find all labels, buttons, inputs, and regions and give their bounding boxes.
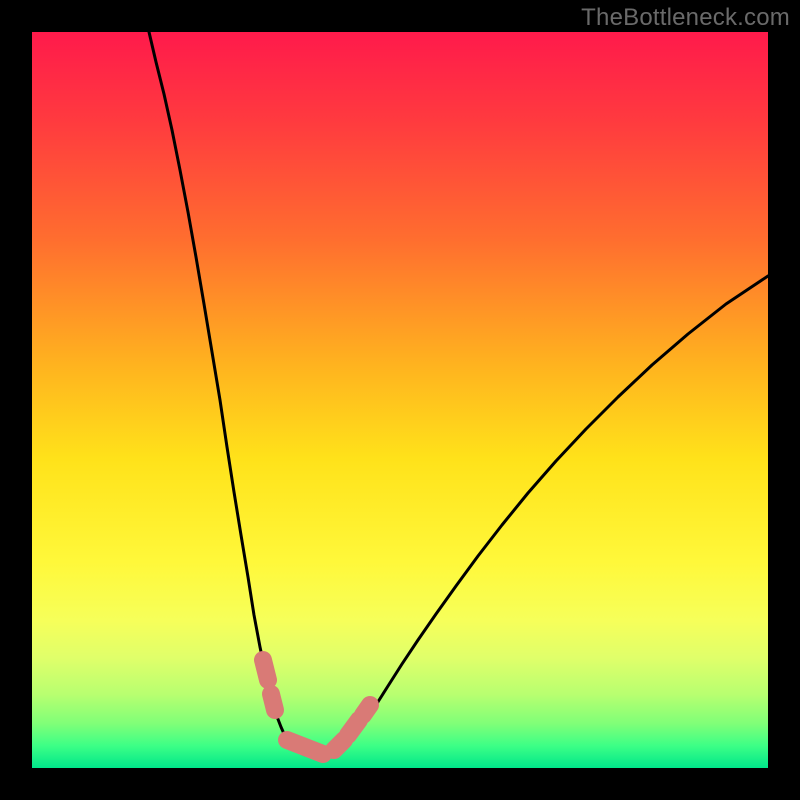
series-right-curve <box>317 276 768 757</box>
series-highlight-dots <box>271 694 275 710</box>
series-highlight-dots <box>287 740 323 754</box>
series-highlight-dots <box>363 705 370 715</box>
series-left-curve <box>149 32 317 757</box>
watermark-text: TheBottleneck.com <box>581 4 790 32</box>
series-highlight-dots <box>263 660 268 680</box>
chart-frame: TheBottleneck.com <box>0 0 800 800</box>
series-highlight-dots <box>348 720 359 735</box>
chart-svg <box>32 32 768 768</box>
chart-plot-area <box>32 32 768 768</box>
